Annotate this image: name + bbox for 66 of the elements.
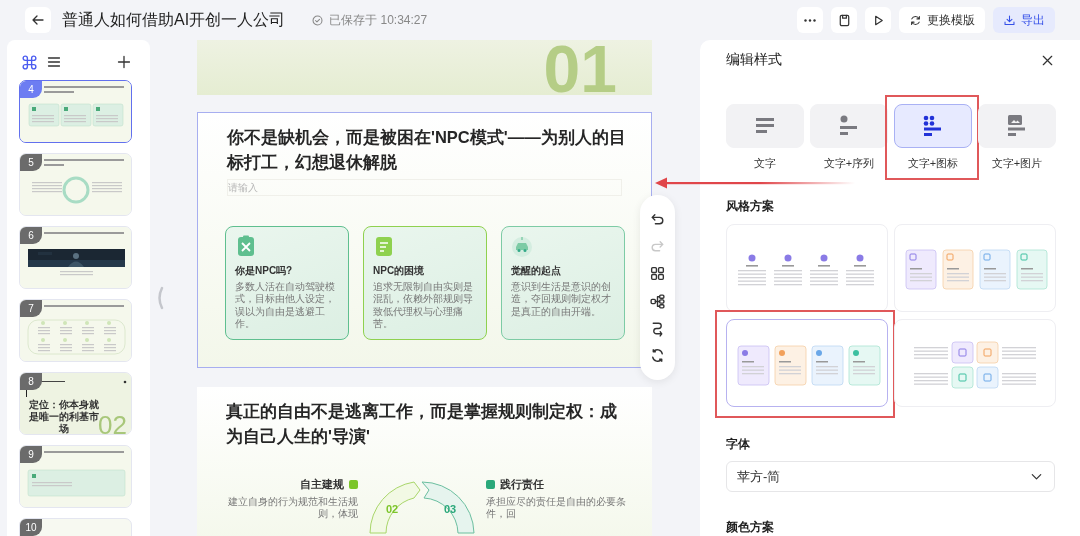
item-text: 建立自身的行为规范和生活规则，体现: [226, 495, 358, 521]
slide-thumbnail[interactable]: 7: [19, 299, 132, 362]
section-heading: 颜色方案: [726, 519, 775, 536]
panel-title: 编辑样式: [726, 51, 782, 69]
more-button[interactable]: [797, 7, 823, 33]
slide-number: 5: [20, 154, 42, 171]
card-text: 多数人活在自动驾驶模式，目标由他人设定，误以为自由是逃避工作。: [235, 280, 336, 331]
download-icon: [1003, 13, 1016, 27]
card-title: NPC的困境: [373, 263, 426, 278]
document-icon: [373, 234, 395, 257]
slide-thumbnail[interactable]: 6: [19, 226, 132, 289]
back-button[interactable]: [25, 7, 51, 33]
slide-title: 你不是缺机会，而是被困在'NPC模式'——为别人的目标打工，幻想退休解脱: [227, 127, 627, 173]
save-button[interactable]: [831, 7, 857, 33]
apps-icon: [21, 53, 38, 71]
slide[interactable]: 你不是缺机会，而是被困在'NPC模式'——为别人的目标打工，幻想退休解脱 请输入 你是NPC吗? 多数人活在自动驾驶模式，目标由他人设定，误以为自由是逃避工作。 NPC的困境 追求无限制自由实则是混乱，依赖外部规则导致低代理权与心理痛苦。 觉醒的起点 意识到生活是意识的创造，夺回规则制定权才是真正的自由开端。: [197, 112, 652, 368]
cycle-button[interactable]: [649, 346, 666, 364]
refresh-icon: [909, 13, 922, 27]
collapse-handle[interactable]: [156, 286, 164, 310]
section-heading: 字体: [726, 436, 751, 453]
item-text: 承担应尽的责任是自由的必要条件，回: [485, 495, 627, 521]
slide-number: 4: [20, 81, 42, 98]
save-status: 已保存于 10:34:27: [329, 11, 428, 29]
section-number: 02: [98, 412, 127, 434]
slide-thumbnail[interactable]: 10: [19, 518, 132, 536]
menu-button[interactable]: [46, 54, 62, 70]
view-button[interactable]: [21, 53, 38, 71]
slide-thumbnail[interactable]: 5: [19, 153, 132, 216]
template-button[interactable]: 更换模版: [899, 7, 985, 33]
slide-thumbnail[interactable]: 9: [19, 445, 132, 508]
cycle-icon: [649, 346, 666, 364]
check-circle-icon: [311, 13, 325, 27]
card-text: 意识到生活是意识的创造，夺回规则制定权才是真正的自由开端。: [511, 280, 612, 318]
add-slide-button[interactable]: [116, 54, 132, 70]
step-number: 03: [443, 502, 456, 515]
hierarchy-button[interactable]: [649, 292, 666, 310]
slide-number: 8: [20, 373, 42, 390]
more-icon: [804, 18, 816, 22]
layout-grid-icon: [649, 265, 666, 283]
slide-title: 真正的自由不是逃离工作，而是掌握规则制定权：成为自己人生的'导演': [226, 401, 618, 447]
play-button[interactable]: [865, 7, 891, 33]
card-title: 觉醒的起点: [511, 263, 562, 278]
slide-number: 6: [20, 227, 42, 244]
export-button[interactable]: 导出: [993, 7, 1055, 33]
card-title: 你是NPC吗?: [235, 263, 294, 278]
car-icon: [511, 234, 533, 257]
tools-icon: [235, 234, 257, 257]
slide-thumbnail[interactable]: 4: [19, 80, 132, 143]
slide-number: 7: [20, 300, 42, 317]
font-select[interactable]: 苹方-简: [726, 461, 1055, 492]
layout-grid-button[interactable]: [649, 265, 666, 283]
subtitle-field[interactable]: 请输入: [227, 178, 622, 196]
section-number: 01: [543, 43, 617, 95]
step-number: 02: [385, 502, 398, 515]
plus-icon: [116, 54, 132, 70]
slide[interactable]: 真正的自由不是逃离工作，而是掌握规则制定权：成为自己人生的'导演' 自主建规 建立自身的行为规范和生活规则，体现 02 03 践行责任 承担应尽的责任是自由的必要条件，回: [197, 387, 652, 536]
card-text: 追求无限制自由实则是混乱，依赖外部规则导致低代理权与心理痛苦。: [373, 280, 474, 331]
menu-icon: [46, 54, 62, 70]
item-title: 自主建规: [299, 476, 344, 492]
slide-number: 10: [20, 519, 42, 536]
item-title: 践行责任: [499, 476, 544, 492]
document-title: 普通人如何借助AI开创一人公司: [62, 9, 286, 30]
hierarchy-icon: [649, 292, 666, 310]
section-heading: 风格方案: [726, 198, 775, 215]
slide-title: 定位：你本身就是唯一的利基市场: [28, 399, 99, 434]
slide-number: 9: [20, 446, 42, 463]
